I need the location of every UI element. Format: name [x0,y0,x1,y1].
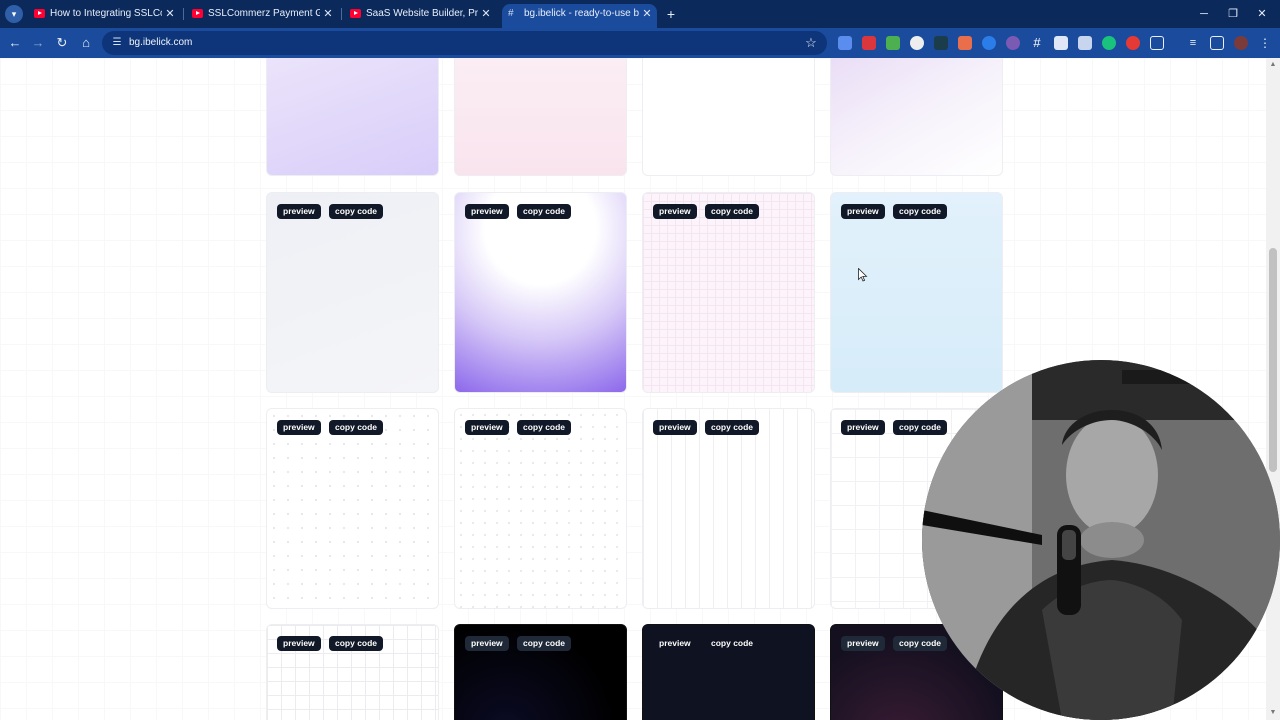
adblock-extension-icon[interactable] [862,36,876,50]
site-info-icon[interactable]: ☰ [110,36,124,50]
youtube-icon [350,9,361,18]
browser-toolbar: ← → ↻ ⌂ ☰ bg.ibelick.com ☆ 10 # ≡ ⋮ [0,28,1280,80]
hash-icon: # [508,8,514,19]
home-icon[interactable]: ⌂ [77,34,95,52]
page-scrollbar[interactable]: ▲ ▼ [1266,58,1280,720]
extension-icon[interactable] [886,36,900,50]
copy-code-button[interactable]: copy code [329,636,384,651]
extension-icon[interactable] [910,36,924,50]
tab-label: SSLCommerz Payment Gateway [208,8,320,19]
scrollbar-thumb[interactable] [1269,248,1277,472]
extension-icon[interactable] [1054,36,1068,50]
background-card[interactable]: preview copy code [266,624,439,720]
background-card[interactable]: preview copy code [454,408,627,609]
tab-label: How to Integrating SSLCommerz [50,8,162,19]
preview-button[interactable]: preview [277,204,321,219]
new-tab-icon[interactable]: + [665,5,677,23]
tab-separator [341,8,342,20]
preview-button[interactable]: preview [465,636,509,651]
side-panel-icon[interactable] [1210,36,1224,50]
copy-code-button[interactable]: copy code [517,636,572,651]
extension-icon[interactable] [982,36,996,50]
preview-button[interactable]: preview [653,204,697,219]
background-card[interactable]: preview copy code [454,192,627,393]
mouse-cursor-icon [858,268,868,282]
extension-icon[interactable] [934,36,948,50]
close-icon[interactable]: ✕ [164,4,176,24]
reload-icon[interactable]: ↻ [53,34,71,52]
extension-icon[interactable] [1078,36,1092,50]
address-url[interactable]: bg.ibelick.com [129,31,192,55]
background-card[interactable]: preview copy code [266,408,439,609]
tab-2[interactable]: SaaS Website Builder, Project M ✕ [344,4,496,24]
background-card[interactable]: preview copy code [642,192,815,393]
tab-1[interactable]: SSLCommerz Payment Gateway ✕ [186,4,338,24]
copy-code-button[interactable]: copy code [893,204,948,219]
extensions-puzzle-icon[interactable] [1150,36,1164,50]
avatar[interactable] [1234,36,1248,50]
tab-0[interactable]: How to Integrating SSLCommerz ✕ [28,4,180,24]
background-card[interactable]: preview copy code [454,624,627,720]
background-card[interactable] [266,58,439,176]
preview-button[interactable]: preview [841,636,885,651]
preview-button[interactable]: preview [653,420,697,435]
tab-label: bg.ibelick - ready-to-use backg [524,8,639,19]
window-close-icon[interactable]: ✕ [1255,5,1269,23]
background-card[interactable]: preview copy code [642,408,815,609]
preview-button[interactable]: preview [465,204,509,219]
close-icon[interactable]: ✕ [641,4,653,24]
address-bar[interactable]: ☰ bg.ibelick.com ☆ [102,31,827,55]
extension-icon[interactable] [1102,36,1116,50]
menu-kebab-icon[interactable]: ⋮ [1258,36,1272,50]
background-card[interactable] [642,58,815,176]
tab-separator [183,8,184,20]
preview-button[interactable]: preview [653,636,697,651]
scroll-up-arrow-icon[interactable]: ▲ [1266,60,1280,70]
background-card[interactable]: preview copy code [830,192,1003,393]
preview-button[interactable]: preview [841,204,885,219]
copy-code-button[interactable]: copy code [893,636,948,651]
bookmark-star-icon[interactable]: ☆ [803,34,819,52]
tab-search-icon[interactable]: ▾ [5,5,23,23]
tab-bar: ▾ How to Integrating SSLCommerz ✕ SSLCom… [0,0,1280,28]
tab-label: SaaS Website Builder, Project M [366,8,478,19]
preview-button[interactable]: preview [277,420,321,435]
preview-button[interactable]: preview [841,420,885,435]
copy-code-button[interactable]: copy code [705,420,760,435]
background-card[interactable] [454,58,627,176]
copy-code-button[interactable]: copy code [329,420,384,435]
close-icon[interactable]: ✕ [322,4,334,24]
translate-extension-icon[interactable] [838,36,852,50]
minimize-icon[interactable]: ─ [1197,5,1211,23]
close-icon[interactable]: ✕ [480,4,492,24]
copy-code-button[interactable]: copy code [705,636,759,651]
preview-button[interactable]: preview [277,636,321,651]
tab-3[interactable]: # bg.ibelick - ready-to-use backg ✕ [502,4,657,28]
hash-extension-icon[interactable]: # [1030,36,1044,50]
copy-code-button[interactable]: copy code [329,204,384,219]
preview-button[interactable]: preview [465,420,509,435]
copy-code-button[interactable]: copy code [517,204,572,219]
scroll-down-arrow-icon[interactable]: ▼ [1266,708,1280,718]
extension-icon[interactable] [958,36,972,50]
extension-icon[interactable] [1126,36,1140,50]
reading-list-icon[interactable]: ≡ [1186,36,1200,50]
presenter-video-image [922,360,1280,720]
forward-icon[interactable]: → [29,34,47,52]
background-card[interactable]: preview copy code [266,192,439,393]
extension-icon[interactable] [1006,36,1020,50]
copy-code-button[interactable]: copy code [705,204,760,219]
back-icon[interactable]: ← [6,34,24,52]
restore-icon[interactable]: ❐ [1226,5,1240,23]
copy-code-button[interactable]: copy code [893,420,948,435]
background-card[interactable]: preview copy code [642,624,815,720]
youtube-icon [34,9,45,18]
background-card[interactable] [830,58,1003,176]
webcam-overlay [922,360,1280,720]
copy-code-button[interactable]: copy code [517,420,572,435]
youtube-icon [192,9,203,18]
